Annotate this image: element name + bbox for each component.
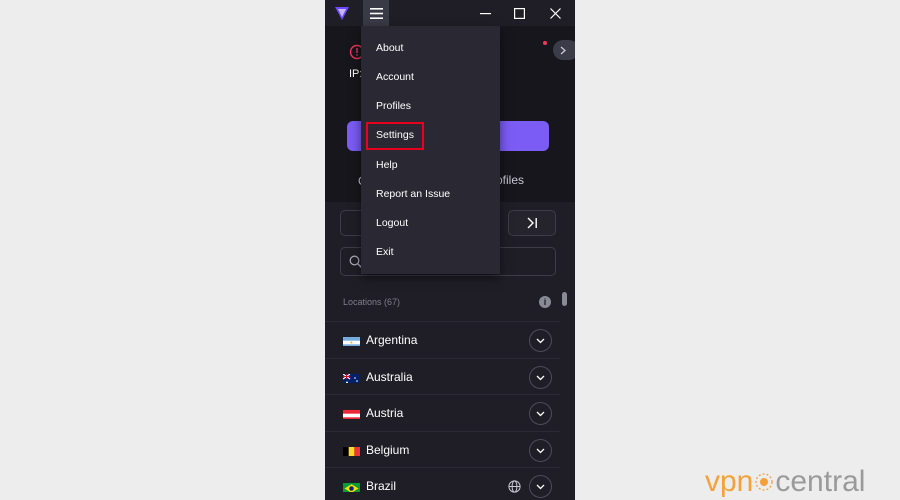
country-name: Austria: [366, 406, 404, 420]
scrollbar[interactable]: [562, 292, 567, 500]
maximize-button[interactable]: [502, 0, 536, 26]
brazil-flag-icon: [343, 481, 360, 492]
watermark-vpn-text: vpn: [705, 465, 754, 498]
country-row-australia[interactable]: Australia: [325, 358, 560, 395]
maximize-icon: [513, 7, 525, 19]
country-name: Australia: [366, 370, 413, 384]
app-logo-icon: [335, 7, 349, 20]
argentina-flag-icon: [343, 335, 360, 346]
menu-item-report-issue[interactable]: Report an Issue: [376, 188, 450, 200]
country-name: Brazil: [366, 479, 397, 493]
chevron-down-icon: [536, 411, 545, 416]
menu-item-about[interactable]: About: [376, 42, 403, 54]
scrollbar-thumb[interactable]: [562, 292, 567, 306]
belgium-flag-icon: [343, 445, 360, 456]
close-button[interactable]: [538, 0, 572, 26]
hamburger-menu-button[interactable]: [363, 0, 389, 26]
expand-country-button[interactable]: [529, 366, 552, 389]
minimize-icon: [479, 12, 491, 14]
menu-item-help[interactable]: Help: [376, 159, 398, 171]
australia-flag-icon: [343, 372, 360, 383]
chevron-down-icon: [536, 448, 545, 453]
country-name: Argentina: [366, 333, 418, 347]
expand-country-button[interactable]: [529, 329, 552, 352]
main-menu-dropdown: About Account Profiles Settings Help Rep…: [361, 26, 500, 274]
expand-country-button[interactable]: [529, 475, 552, 498]
expand-country-button[interactable]: [529, 439, 552, 462]
country-name: Belgium: [366, 443, 410, 457]
menu-item-logout[interactable]: Logout: [376, 217, 408, 229]
hamburger-icon: [369, 7, 383, 19]
watermark-dot-icon: [755, 473, 774, 491]
country-row-belgium[interactable]: Belgium: [325, 431, 560, 468]
chevron-down-icon: [536, 375, 545, 380]
vpncentral-watermark: vpn central: [705, 465, 865, 499]
globe-icon: [508, 480, 521, 493]
collapse-arrow-icon: [527, 217, 537, 229]
austria-flag-icon: [343, 408, 360, 419]
collapse-sidebar-button[interactable]: [508, 210, 556, 236]
tab-profiles[interactable]: ofiles: [496, 173, 524, 187]
menu-item-account[interactable]: Account: [376, 71, 414, 83]
notification-dot: [543, 41, 547, 45]
menu-item-profiles[interactable]: Profiles: [376, 100, 411, 112]
info-icon[interactable]: i: [539, 296, 551, 308]
chevron-right-icon: [560, 46, 566, 54]
title-bar: [325, 0, 575, 26]
settings-highlight-annotation: [366, 122, 424, 150]
country-row-brazil[interactable]: Brazil: [325, 467, 560, 500]
watermark-central-text: central: [775, 465, 866, 498]
minimize-button[interactable]: [468, 0, 502, 26]
chevron-down-icon: [536, 338, 545, 343]
menu-item-exit[interactable]: Exit: [376, 246, 394, 258]
chevron-down-icon: [536, 484, 545, 489]
close-icon: [549, 7, 561, 19]
expand-country-button[interactable]: [529, 402, 552, 425]
locations-count-header: Locations (67): [343, 297, 401, 307]
country-row-argentina[interactable]: Argentina: [325, 321, 560, 358]
expand-panel-button[interactable]: [553, 40, 575, 60]
country-row-austria[interactable]: Austria: [325, 394, 560, 431]
